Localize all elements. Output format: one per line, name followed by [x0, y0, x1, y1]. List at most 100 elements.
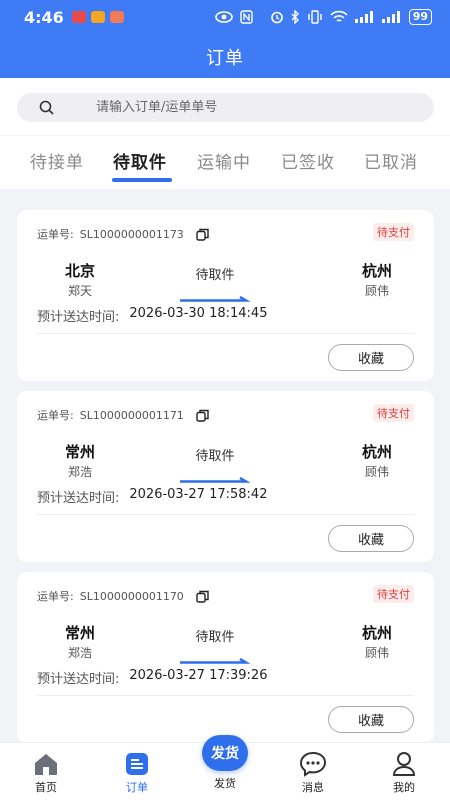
status-time: 4:46: [24, 7, 64, 27]
order-card[interactable]: 运单号: SL1000000001171 待支付 常州 郑浩 待取件 杭州 顾伟…: [17, 391, 434, 562]
order-status-tabs: 待接单 待取件 运输中 已签收 已取消: [0, 136, 450, 189]
favorite-button[interactable]: 收藏: [328, 706, 414, 733]
waybill-label: 运单号:: [37, 409, 74, 422]
alarm-icon: [270, 10, 284, 24]
tab-pending-accept[interactable]: 待接单: [30, 148, 84, 173]
eta-value: 2026-03-27 17:58:42: [129, 487, 268, 502]
nav-home-label: 首页: [35, 781, 57, 794]
bluetooth-icon: [291, 10, 300, 24]
route-arrow-icon: [180, 649, 251, 668]
ship-button[interactable]: 发货: [202, 735, 248, 771]
eta-row: 预计送达时间: 2026-03-30 18:14:45: [37, 306, 267, 325]
status-badge: 待支付: [373, 223, 414, 241]
receiver-name: 顾伟: [364, 284, 389, 298]
eta-label: 预计送达时间:: [37, 672, 120, 687]
nav-mine[interactable]: 我的: [374, 751, 434, 795]
sender-name: 郑浩: [67, 465, 92, 479]
wifi-icon: [330, 10, 348, 24]
sender-info: 北京 郑天: [37, 260, 123, 299]
sender-name: 郑天: [67, 284, 92, 298]
tab-signed[interactable]: 已签收: [281, 148, 335, 173]
search-box[interactable]: [17, 93, 434, 122]
order-card[interactable]: 运单号: SL1000000001170 待支付 常州 郑浩 待取件 杭州 顾伟…: [17, 572, 434, 743]
copy-icon[interactable]: [196, 590, 209, 603]
notification-app-icon: [109, 11, 124, 23]
app-header: 4:46 99 订单: [0, 0, 450, 78]
origin-city: 常州: [64, 624, 95, 642]
nav-messages[interactable]: 消息: [283, 751, 343, 795]
route-arrow-icon: [180, 468, 251, 487]
page-title: 订单: [206, 48, 244, 69]
shipment-status-text: 待取件: [195, 630, 235, 645]
sender-info: 常州 郑浩: [37, 622, 123, 661]
favorite-button[interactable]: 收藏: [328, 344, 414, 371]
vibrate-icon: [307, 10, 323, 24]
search-bar: [0, 78, 450, 135]
nav-orders[interactable]: 订单: [107, 751, 167, 795]
orders-icon: [107, 751, 167, 777]
route-arrow-icon: [180, 287, 251, 306]
waybill-number: SL1000000001170: [79, 589, 184, 603]
divider: [37, 514, 414, 515]
nav-orders-label: 订单: [126, 781, 148, 794]
notification-app-icon: [71, 11, 86, 23]
waybill-label: 运单号:: [37, 228, 74, 241]
eta-value: 2026-03-30 18:14:45: [129, 306, 268, 321]
active-tab-indicator: [112, 178, 172, 182]
waybill-number: SL1000000001173: [79, 227, 184, 241]
status-bar: 4:46 99: [0, 0, 450, 34]
favorite-button[interactable]: 收藏: [328, 525, 414, 552]
signal-icon: [354, 11, 375, 23]
eta-row: 预计送达时间: 2026-03-27 17:39:26: [37, 668, 267, 687]
waybill-number: SL1000000001171: [79, 408, 184, 422]
user-icon: [374, 751, 434, 777]
nav-mine-label: 我的: [393, 781, 415, 794]
waybill-row: 运单号: SL1000000001171: [37, 407, 209, 423]
nav-messages-label: 消息: [302, 781, 324, 794]
shipment-status: 待取件: [180, 445, 251, 487]
search-icon[interactable]: [39, 100, 54, 115]
notification-app-icon: [90, 11, 105, 23]
waybill-row: 运单号: SL1000000001170: [37, 588, 209, 604]
destination-city: 杭州: [361, 624, 392, 642]
shipment-status: 待取件: [180, 626, 251, 668]
eta-label: 预计送达时间:: [37, 310, 120, 325]
sender-info: 常州 郑浩: [37, 441, 123, 480]
status-icons: 99: [214, 9, 432, 25]
nav-ship-label[interactable]: 发货: [195, 775, 255, 791]
waybill-row: 运单号: SL1000000001173: [37, 226, 209, 242]
search-input[interactable]: [96, 100, 376, 115]
copy-icon[interactable]: [196, 409, 209, 422]
receiver-name: 顾伟: [364, 465, 389, 479]
receiver-name: 顾伟: [364, 646, 389, 660]
destination-city: 杭州: [361, 262, 392, 280]
eta-value: 2026-03-27 17:39:26: [129, 668, 268, 683]
shipment-status-text: 待取件: [195, 268, 235, 283]
destination-city: 杭州: [361, 443, 392, 461]
tab-in-transit[interactable]: 运输中: [197, 148, 251, 173]
receiver-info: 杭州 顾伟: [334, 441, 420, 480]
divider: [37, 333, 414, 334]
status-badge: 待支付: [373, 585, 414, 603]
eta-row: 预计送达时间: 2026-03-27 17:58:42: [37, 487, 267, 506]
eye-icon: [214, 11, 233, 23]
receiver-info: 杭州 顾伟: [334, 622, 420, 661]
home-icon: [16, 751, 76, 777]
origin-city: 北京: [64, 262, 95, 280]
status-badge: 待支付: [373, 404, 414, 422]
eta-label: 预计送达时间:: [37, 491, 120, 506]
shipment-status: 待取件: [180, 264, 251, 306]
nav-home[interactable]: 首页: [16, 751, 76, 795]
origin-city: 常州: [64, 443, 95, 461]
tab-cancelled[interactable]: 已取消: [364, 148, 418, 173]
order-card[interactable]: 运单号: SL1000000001173 待支付 北京 郑天 待取件 杭州 顾伟…: [17, 210, 434, 381]
shipment-status-text: 待取件: [195, 449, 235, 464]
tab-pending-pickup[interactable]: 待取件: [113, 148, 167, 173]
waybill-label: 运单号:: [37, 590, 74, 603]
signal-icon: [381, 11, 402, 23]
message-icon: [283, 751, 343, 777]
copy-icon[interactable]: [196, 228, 209, 241]
receiver-info: 杭州 顾伟: [334, 260, 420, 299]
nfc-icon: [239, 10, 253, 24]
sender-name: 郑浩: [67, 646, 92, 660]
